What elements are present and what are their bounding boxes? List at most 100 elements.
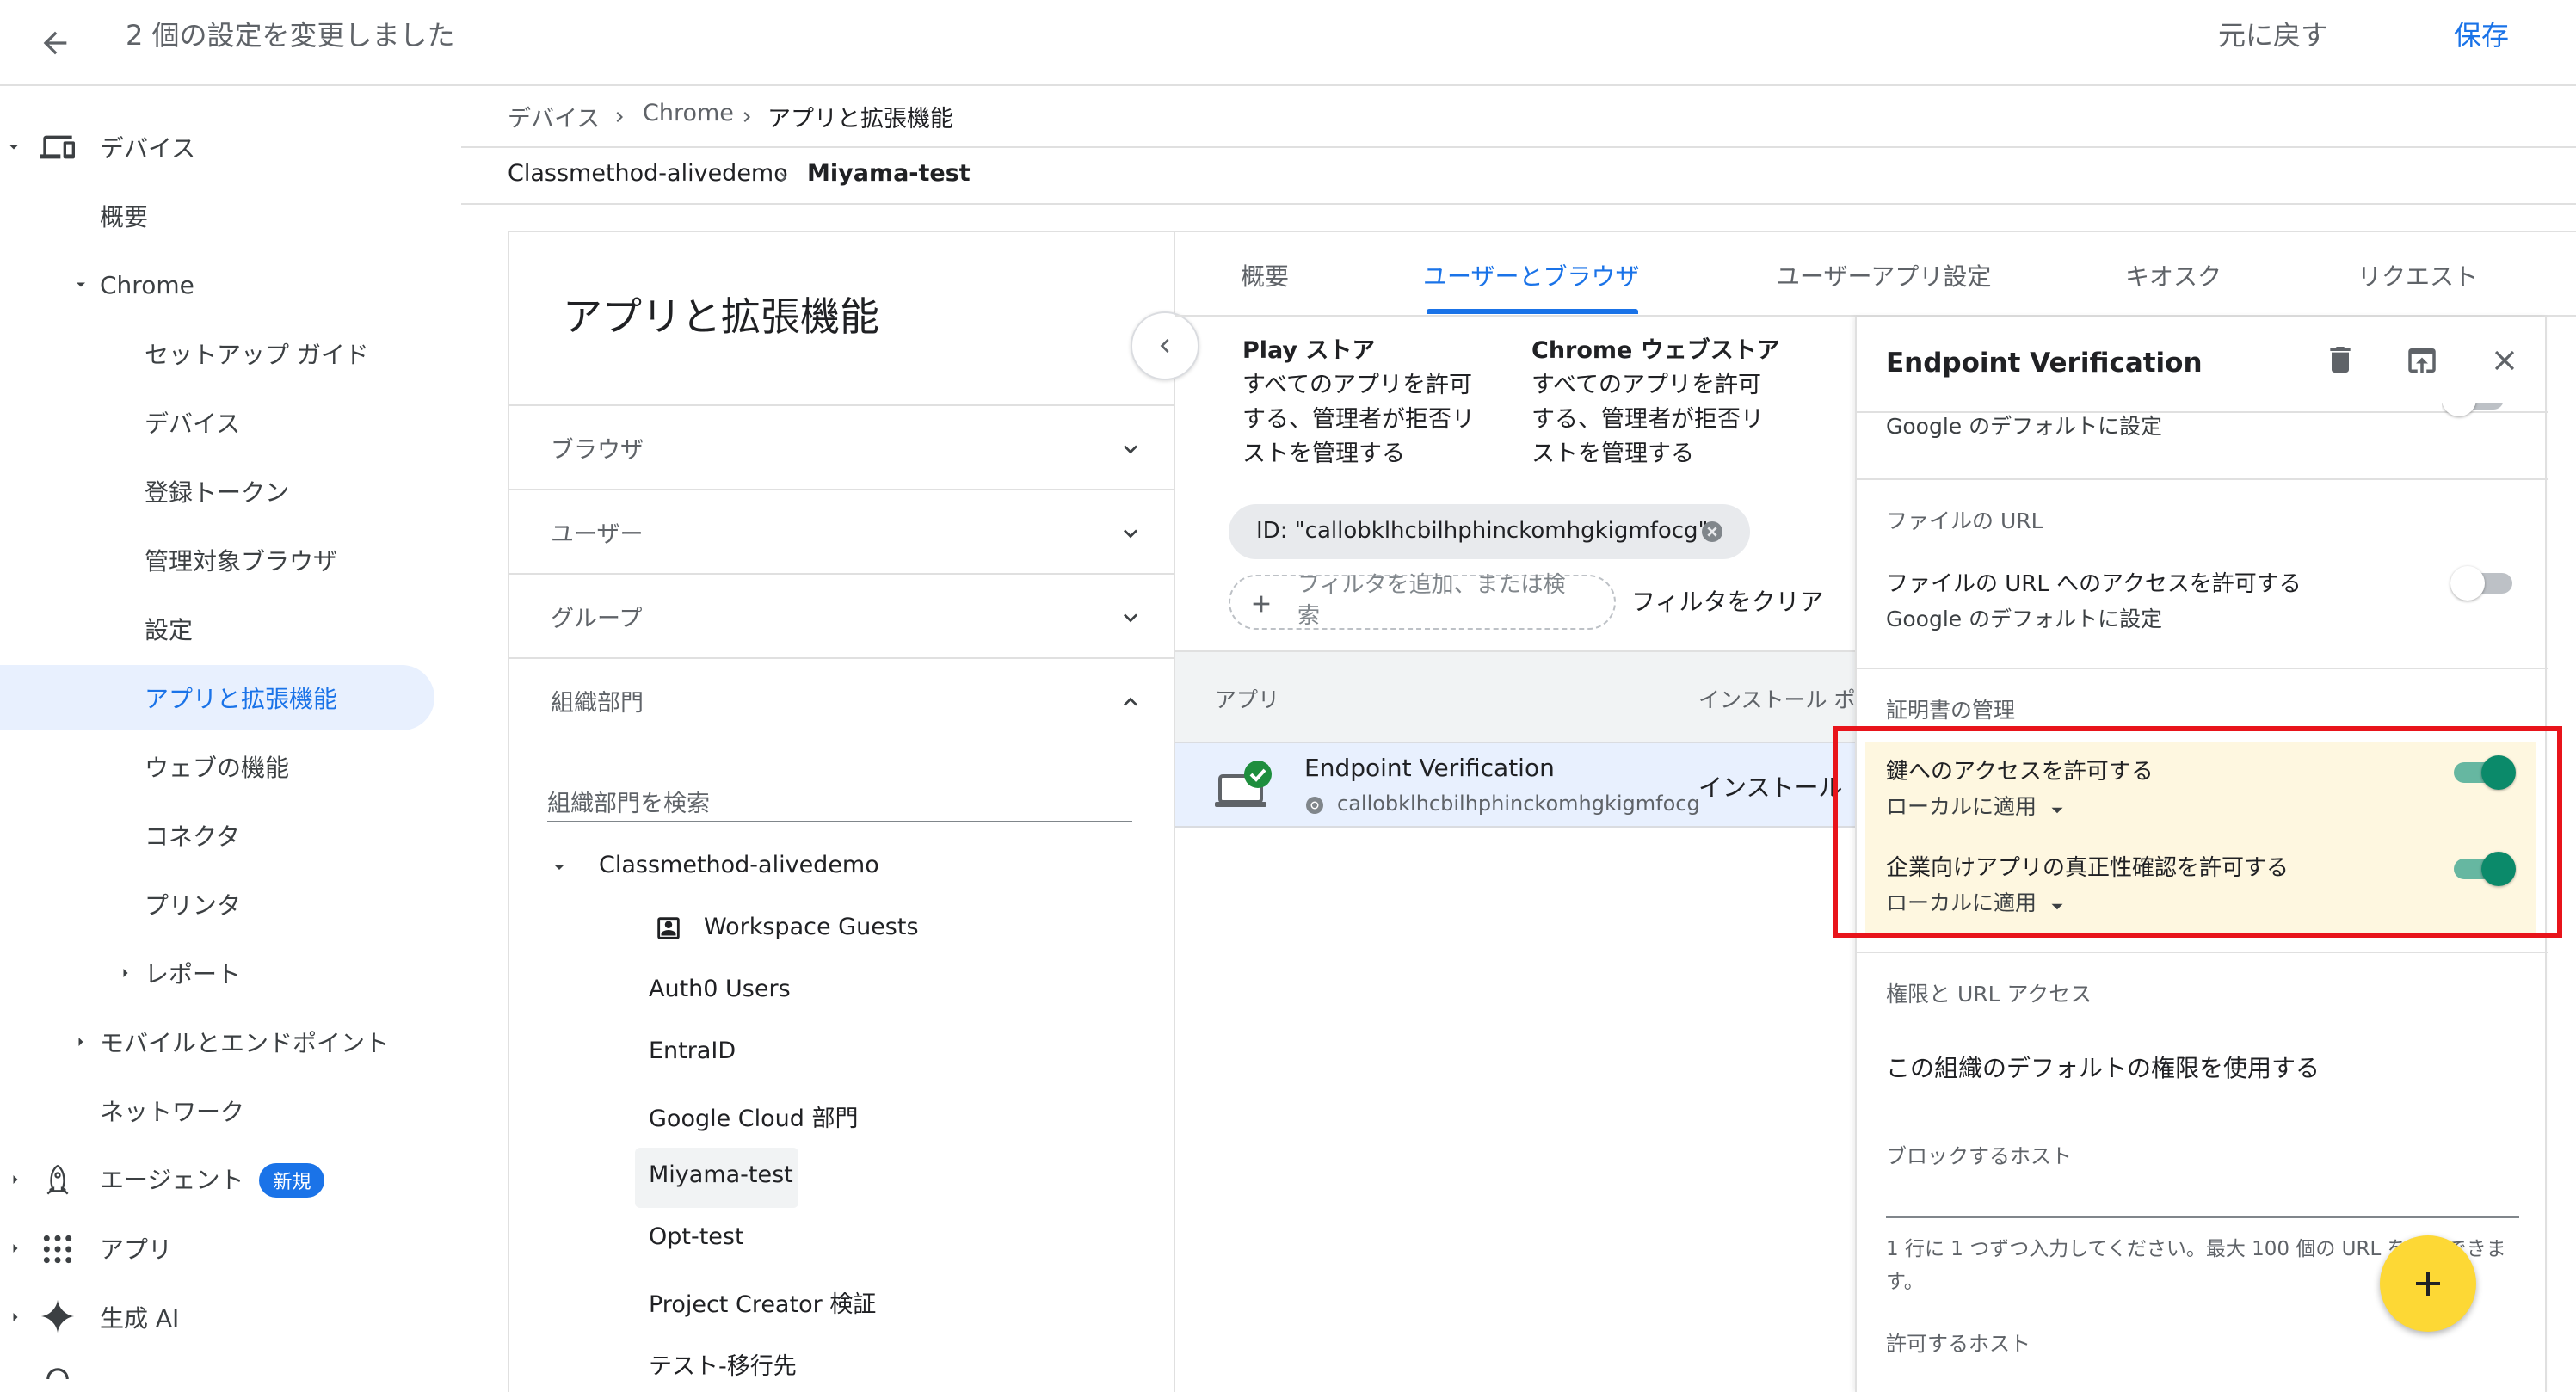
- sidebar-item-web-features[interactable]: ウェブの機能: [0, 734, 434, 799]
- caret-right-icon: [13, 1313, 18, 1321]
- chrome-icon: [1306, 797, 1323, 814]
- org-item-workspace-guests[interactable]: Workspace Guests: [704, 914, 919, 940]
- tab-overview[interactable]: 概要: [1241, 258, 1289, 293]
- save-button[interactable]: 保存: [2454, 14, 2509, 53]
- caret-right-icon: [123, 969, 128, 977]
- partial-icon: [43, 1366, 72, 1392]
- org-panel: アプリと拡張機能 ブラウザ ユーザー グループ 組織部門 組織部門を検索 Cla…: [508, 231, 1175, 1392]
- play-store-line: する、管理者が拒否リ: [1242, 406, 1475, 433]
- org-item-auth0-users[interactable]: Auth0 Users: [649, 976, 791, 1002]
- clear-filters-button[interactable]: フィルタをクリア: [1631, 583, 1823, 618]
- tab-requests[interactable]: リクエスト: [2357, 258, 2478, 293]
- tab-user-app-settings[interactable]: ユーザーアプリ設定: [1776, 258, 1991, 293]
- org-breadcrumb-root[interactable]: Classmethod-alivedemo: [508, 160, 788, 187]
- file-url-sub: Google のデフォルトに設定: [1886, 607, 2163, 631]
- agents-label: エージェント: [100, 1166, 244, 1194]
- org-item-test-migration[interactable]: テスト-移行先: [649, 1347, 797, 1381]
- web-store-title: Chrome ウェブストア: [1531, 337, 1780, 364]
- sidebar-item-mobile-endpoints[interactable]: モバイルとエンドポイント: [0, 1009, 434, 1075]
- toggle-knob: [2442, 403, 2507, 422]
- blocked-hosts-input[interactable]: [1886, 1216, 2519, 1218]
- sidebar-item-label: ネットワーク: [100, 1098, 245, 1126]
- section-label: ユーザー: [551, 520, 644, 548]
- active-tab-indicator: [1427, 309, 1638, 314]
- permissions-default[interactable]: この組織のデフォルトの権限を使用する: [1886, 1050, 2320, 1084]
- app-id: callobklhcbilhphinckomhgkigmfocg: [1337, 791, 1700, 816]
- breadcrumb-chrome[interactable]: Chrome: [643, 100, 734, 126]
- open-in-icon[interactable]: [2404, 342, 2440, 379]
- sidebar-item-reports[interactable]: レポート: [0, 940, 434, 1006]
- sidebar-item-apps[interactable]: アプリ: [0, 1216, 434, 1281]
- tab-kiosk[interactable]: キオスク: [2125, 258, 2222, 293]
- section-label: ブラウザ: [551, 436, 644, 464]
- org-item-opt-test[interactable]: Opt-test: [649, 1223, 744, 1250]
- org-search-placeholder: 組織部門を検索: [547, 791, 710, 817]
- blocked-hosts-label: ブロックするホスト: [1886, 1144, 2072, 1168]
- org-item-project-creator[interactable]: Project Creator 検証: [649, 1285, 876, 1319]
- undo-button[interactable]: 元に戻す: [2218, 14, 2328, 53]
- sidebar-item-managed-browsers[interactable]: 管理対象ブラウザ: [0, 527, 434, 593]
- sidebar-item-label: プリンタ: [145, 891, 242, 920]
- cert-header: 証明書の管理: [1886, 698, 2016, 723]
- sidebar-item-apps-extensions[interactable]: アプリと拡張機能: [0, 665, 434, 730]
- file-url-toggle[interactable]: [2450, 561, 2516, 606]
- web-store-line: ストを管理する: [1531, 440, 1694, 467]
- col-install-policy: インストール ポリ: [1698, 687, 1877, 712]
- org-root[interactable]: Classmethod-alivedemo: [599, 852, 879, 878]
- sidebar-item-label: 登録トークン: [145, 478, 290, 507]
- close-icon[interactable]: [2488, 344, 2521, 377]
- sidebar-item-agents[interactable]: エージェント 新規: [0, 1147, 434, 1212]
- divider: [1857, 668, 2548, 669]
- org-search-field[interactable]: 組織部門を検索: [547, 776, 1132, 822]
- changes-title: 2 個の設定を変更しました: [126, 19, 455, 52]
- back-arrow-icon[interactable]: [38, 26, 72, 60]
- top-toggle-partial[interactable]: [2442, 403, 2507, 422]
- delete-icon[interactable]: [2323, 342, 2357, 377]
- add-fab-button[interactable]: [2380, 1235, 2476, 1332]
- section-users[interactable]: ユーザー: [509, 489, 1174, 573]
- highlight-annotation-box: [1833, 726, 2562, 938]
- section-groups[interactable]: グループ: [509, 573, 1174, 657]
- tab-users-browsers[interactable]: ユーザーとブラウザ: [1423, 258, 1639, 293]
- close-circle-icon[interactable]: [1698, 518, 1726, 545]
- sidebar-item-chrome[interactable]: Chrome: [0, 252, 434, 317]
- chevron-down-icon: [1124, 445, 1137, 454]
- web-store-line: する、管理者が拒否リ: [1531, 406, 1764, 433]
- sidebar-item-network[interactable]: ネットワーク: [0, 1078, 434, 1143]
- org-item-entraid[interactable]: EntraID: [649, 1038, 736, 1064]
- chevron-right-icon: [743, 112, 750, 122]
- sidebar-item-label: エージェント 新規: [100, 1161, 325, 1198]
- org-item-google-cloud[interactable]: Google Cloud 部門: [649, 1099, 859, 1133]
- sidebar-item-label: モバイルとエンドポイント: [100, 1029, 390, 1057]
- sidebar-item-label: デバイス: [145, 410, 241, 438]
- add-filter-field[interactable]: フィルタを追加、または検 索: [1229, 572, 1616, 630]
- breadcrumb-apps-extensions: アプリと拡張機能: [767, 106, 953, 132]
- permissions-header: 権限と URL アクセス: [1886, 982, 2092, 1007]
- sidebar-item-overview[interactable]: 概要: [0, 183, 434, 249]
- sidebar-item-chrome-devices[interactable]: デバイス: [0, 390, 434, 455]
- caret-down-icon[interactable]: [549, 857, 570, 878]
- hosts-hint-2: す。: [1886, 1271, 1924, 1293]
- sidebar-item-label: 管理対象ブラウザ: [145, 547, 338, 576]
- caret-right-icon: [78, 1038, 83, 1046]
- breadcrumb-devices[interactable]: デバイス: [508, 100, 600, 133]
- chevron-up-icon: [1124, 697, 1137, 706]
- filter-chip[interactable]: ID: "callobklhcbilhphinckomhgkigmfocg": [1229, 504, 1750, 559]
- sidebar-item-generative-ai[interactable]: 生成 AI: [0, 1284, 434, 1350]
- web-store-summary: Chrome ウェブストア すべてのアプリを許可 する、管理者が拒否リ ストを管…: [1531, 334, 1790, 471]
- rocket-icon: [46, 1164, 69, 1195]
- section-org-units[interactable]: 組織部門: [509, 657, 1174, 742]
- sidebar-item-settings[interactable]: 設定: [0, 596, 434, 662]
- sidebar-item-setup-guide[interactable]: セットアップ ガイド: [0, 321, 434, 386]
- sidebar-item-devices[interactable]: デバイス: [0, 114, 434, 180]
- sidebar-item-connectors[interactable]: コネクタ: [0, 803, 434, 868]
- sidebar-item-printers[interactable]: プリンタ: [0, 872, 434, 937]
- sidebar-item-enrollment-token[interactable]: 登録トークン: [0, 459, 434, 524]
- sidebar-item-label: アプリと拡張機能: [145, 685, 338, 713]
- new-badge: 新規: [259, 1163, 325, 1198]
- caret-down-icon: [9, 145, 18, 150]
- top-bar: 2 個の設定を変更しました 元に戻す 保存: [0, 0, 2576, 86]
- sidebar-item-label: 概要: [100, 203, 149, 231]
- org-item-miyama-test[interactable]: Miyama-test: [649, 1161, 793, 1188]
- section-browser[interactable]: ブラウザ: [509, 404, 1174, 489]
